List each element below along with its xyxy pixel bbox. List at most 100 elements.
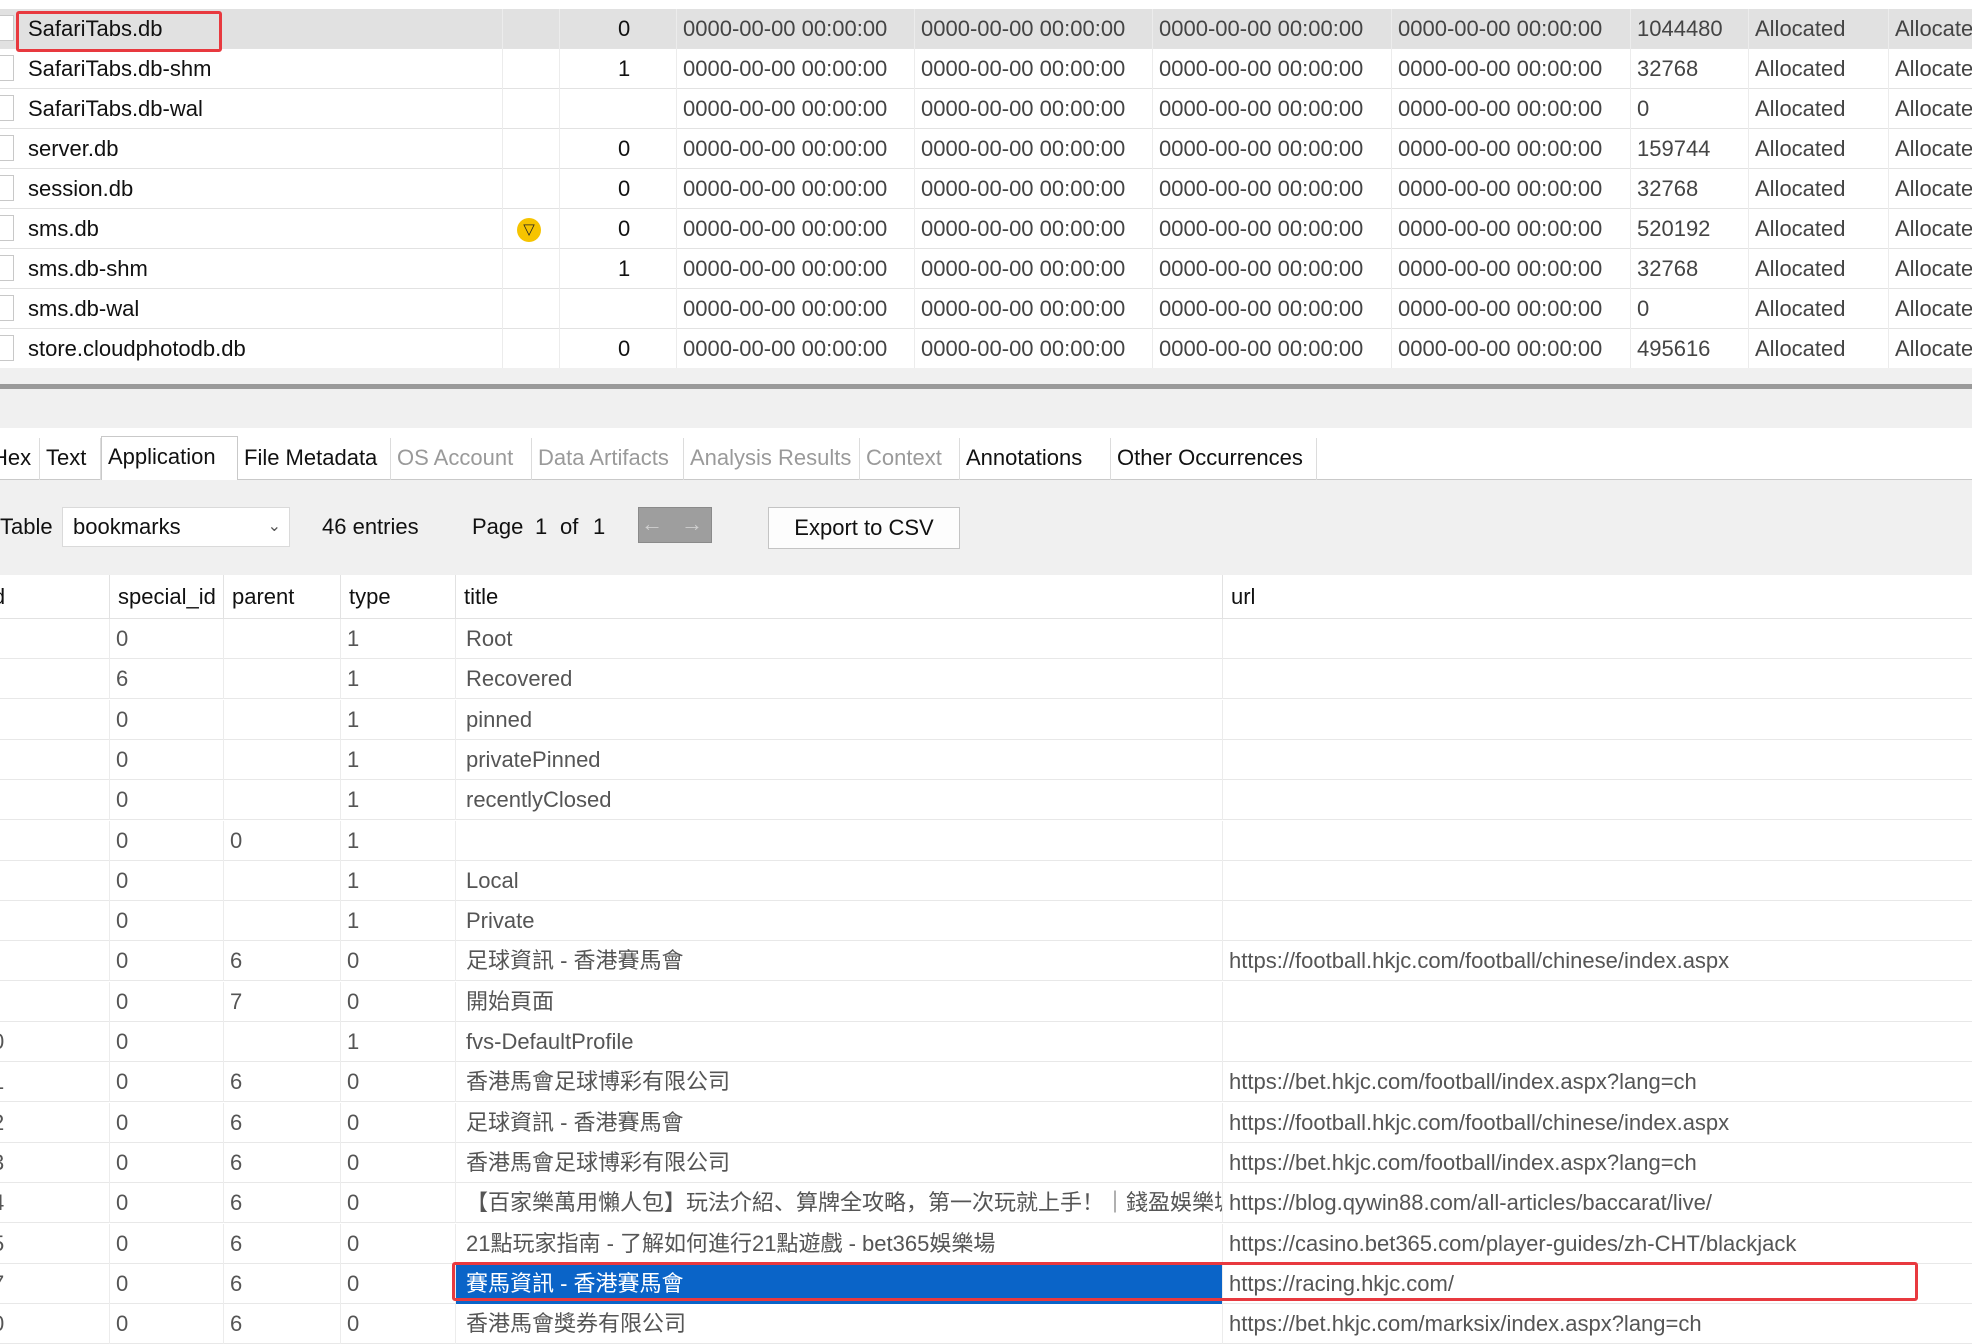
- file-row[interactable]: SafariTabs.db-wal 0000-00-00 00:00:00 0000…: [0, 89, 1972, 129]
- file-row[interactable]: SafariTabs.db 0 0000-00-00 00:00:00 0000-00…: [0, 9, 1972, 49]
- table-row[interactable]: 0 6 0 足球資訊 - 香港賽馬會 https://football.hkjc.com…: [0, 941, 1972, 982]
- table-row[interactable]: 6 1 Recovered: [0, 659, 1972, 700]
- cell-special-id: 0: [110, 1062, 224, 1103]
- cell-parent: [224, 739, 341, 780]
- file-changed-cell: 0000-00-00 00:00:00: [915, 9, 1153, 49]
- file-changed-cell: 0000-00-00 00:00:00: [915, 49, 1153, 89]
- table-row[interactable]: 0 1 Root: [0, 619, 1972, 659]
- column-header-title[interactable]: title: [456, 575, 1223, 619]
- file-size-cell: 495616: [1631, 329, 1749, 369]
- file-created-cell: 0000-00-00 00:00:00: [1392, 329, 1631, 369]
- cell-url: https://blog.qywin88.com/all-articles/ba…: [1229, 1190, 1712, 1216]
- file-count-cell: 1: [560, 249, 677, 289]
- cell-type: 0: [341, 1304, 456, 1344]
- column-header-special-id[interactable]: special_id: [110, 575, 224, 619]
- file-created-cell: 0000-00-00 00:00:00: [1392, 129, 1631, 169]
- cell-url: [1223, 619, 1972, 659]
- cell-parent: [224, 901, 341, 942]
- cell-parent: 6: [224, 1304, 341, 1344]
- table-row[interactable]: 1060香港馬會足球博彩有限公司https://bet.hkjc.com/foo…: [0, 1062, 1972, 1103]
- file-row[interactable]: store.cloudphotodb.db 0 0000-00-00 00:00:0…: [0, 329, 1972, 369]
- file-modified-cell: 0000-00-00 00:00:00: [677, 249, 915, 289]
- table-row[interactable]: 0 1 Private: [0, 901, 1972, 942]
- cell-type: 1: [341, 780, 456, 821]
- warning-icon[interactable]: ▽: [517, 218, 541, 242]
- cell-parent: 6: [224, 1223, 341, 1264]
- cell-title: 賽馬資訊 - 香港賽馬會: [456, 1263, 1223, 1304]
- file-row[interactable]: server.db 0 0000-00-00 00:00:00 0000-00-00 …: [0, 129, 1972, 169]
- file-name-cell: sms.db-wal: [0, 289, 503, 329]
- file-name-cell: session.db: [0, 169, 503, 209]
- file-row[interactable]: SafariTabs.db-shm 1 0000-00-00 00:00:00 000…: [0, 49, 1972, 89]
- table-row[interactable]: 00 1fvs-DefaultProfile: [0, 1022, 1972, 1062]
- file-alloc-cell: Allocated: [1749, 329, 1889, 369]
- table-row[interactable]: 2060足球資訊 - 香港賽馬會https://football.hkjc.co…: [0, 1102, 1972, 1143]
- tab-other-occurrences[interactable]: Other Occurrences: [1111, 438, 1317, 480]
- cell-special-id: 0: [110, 780, 224, 821]
- cell-title: Root: [456, 619, 1223, 659]
- file-row[interactable]: sms.db-shm 1 0000-00-00 00:00:00 0000-00-00…: [0, 249, 1972, 289]
- tab-annotations[interactable]: Annotations: [960, 438, 1111, 480]
- file-name-cell: sms.db: [0, 209, 503, 249]
- file-created-cell: 0000-00-00 00:00:00: [1392, 209, 1631, 249]
- file-changed-cell: 0000-00-00 00:00:00: [915, 289, 1153, 329]
- column-header-type[interactable]: type: [341, 575, 456, 619]
- tab-file-metadata[interactable]: File Metadata: [238, 438, 391, 480]
- table-row[interactable]: 4060【百家樂萬用懶人包】玩法介紹、算牌全攻略，第一次玩就上手！｜錢盈娛樂城h…: [0, 1183, 1972, 1224]
- column-header-url[interactable]: url: [1223, 575, 1972, 619]
- cell-type: 0: [341, 1142, 456, 1183]
- file-flag-cell: ▽: [503, 209, 560, 249]
- table-row[interactable]: 3060香港馬會足球博彩有限公司https://bet.hkjc.com/foo…: [0, 1142, 1972, 1183]
- file-icon: [0, 215, 14, 241]
- table-row[interactable]: 0 1 Local: [0, 860, 1972, 901]
- cell-url: https://football.hkjc.com/football/chine…: [1229, 1109, 1730, 1135]
- file-created-cell: 0000-00-00 00:00:00: [1392, 249, 1631, 289]
- file-accessed-cell: 0000-00-00 00:00:00: [1153, 209, 1392, 249]
- export-csv-button[interactable]: Export to CSV: [768, 507, 960, 549]
- column-header-id[interactable]: id: [0, 575, 110, 619]
- cell-title: Recovered: [456, 659, 1223, 700]
- cell-parent: 0: [224, 820, 341, 861]
- file-row[interactable]: sms.db-wal 0000-00-00 00:00:00 0000-00-00 …: [0, 289, 1972, 329]
- panel-splitter-handle[interactable]: [0, 384, 1972, 389]
- cell-type: 0: [341, 1183, 456, 1224]
- page-current: 1: [535, 514, 548, 539]
- panel-splitter-area: [0, 368, 1972, 428]
- file-flag-cell: [503, 249, 560, 289]
- page-total: 1: [593, 514, 606, 539]
- table-select[interactable]: bookmarks ⌄: [62, 507, 290, 547]
- cell-id: [0, 860, 110, 901]
- tab-hex[interactable]: Hex: [0, 438, 40, 480]
- entries-count: 46 entries: [322, 514, 419, 539]
- file-count-cell: 1: [560, 49, 677, 89]
- bookmarks-table-header: id special_id parent type title url: [0, 575, 1972, 619]
- file-modified-cell: 0000-00-00 00:00:00: [677, 9, 915, 49]
- table-row[interactable]: 0060香港馬會獎券有限公司https://bet.hkjc.com/marks…: [0, 1304, 1972, 1344]
- table-row[interactable]: 0 1 recentlyClosed: [0, 780, 1972, 821]
- cell-type: 0: [341, 1102, 456, 1143]
- cell-parent: 6: [224, 1102, 341, 1143]
- file-count-cell: 0: [560, 129, 677, 169]
- table-row[interactable]: 7060賽馬資訊 - 香港賽馬會https://racing.hkjc.com/: [0, 1263, 1972, 1304]
- cell-url: [1223, 659, 1972, 699]
- file-accessed-cell: 0000-00-00 00:00:00: [1153, 129, 1392, 169]
- page-nav-buttons[interactable]: ← →: [638, 507, 712, 543]
- cell-id: [0, 659, 110, 700]
- table-row[interactable]: 001: [0, 820, 1972, 861]
- cell-parent: 7: [224, 981, 341, 1022]
- tab-application[interactable]: Application: [101, 436, 238, 481]
- chevron-down-icon: ⌄: [267, 518, 281, 535]
- file-name-cell: store.cloudphotodb.db: [0, 329, 503, 369]
- cell-url: https://bet.hkjc.com/football/index.aspx…: [1229, 1149, 1697, 1175]
- table-row[interactable]: 0 1 privatePinned: [0, 739, 1972, 780]
- table-row[interactable]: 0 7 0 開始頁面: [0, 981, 1972, 1022]
- tab-text[interactable]: Text: [40, 438, 101, 480]
- table-row[interactable]: 506021點玩家指南 - 了解如何進行21點遊戲 - bet365娛樂場htt…: [0, 1223, 1972, 1264]
- file-row[interactable]: sms.db ▽ 0 0000-00-00 00:00:00 0000-00-00 00…: [0, 209, 1972, 249]
- file-alloc-cell: Allocated: [1749, 169, 1889, 209]
- file-row[interactable]: session.db 0 0000-00-00 00:00:00 0000-00-00…: [0, 169, 1972, 209]
- cell-id: 3: [0, 1142, 110, 1183]
- column-header-parent[interactable]: parent: [224, 575, 341, 619]
- table-row[interactable]: 0 1 pinned: [0, 699, 1972, 740]
- cell-special-id: 0: [110, 1183, 224, 1224]
